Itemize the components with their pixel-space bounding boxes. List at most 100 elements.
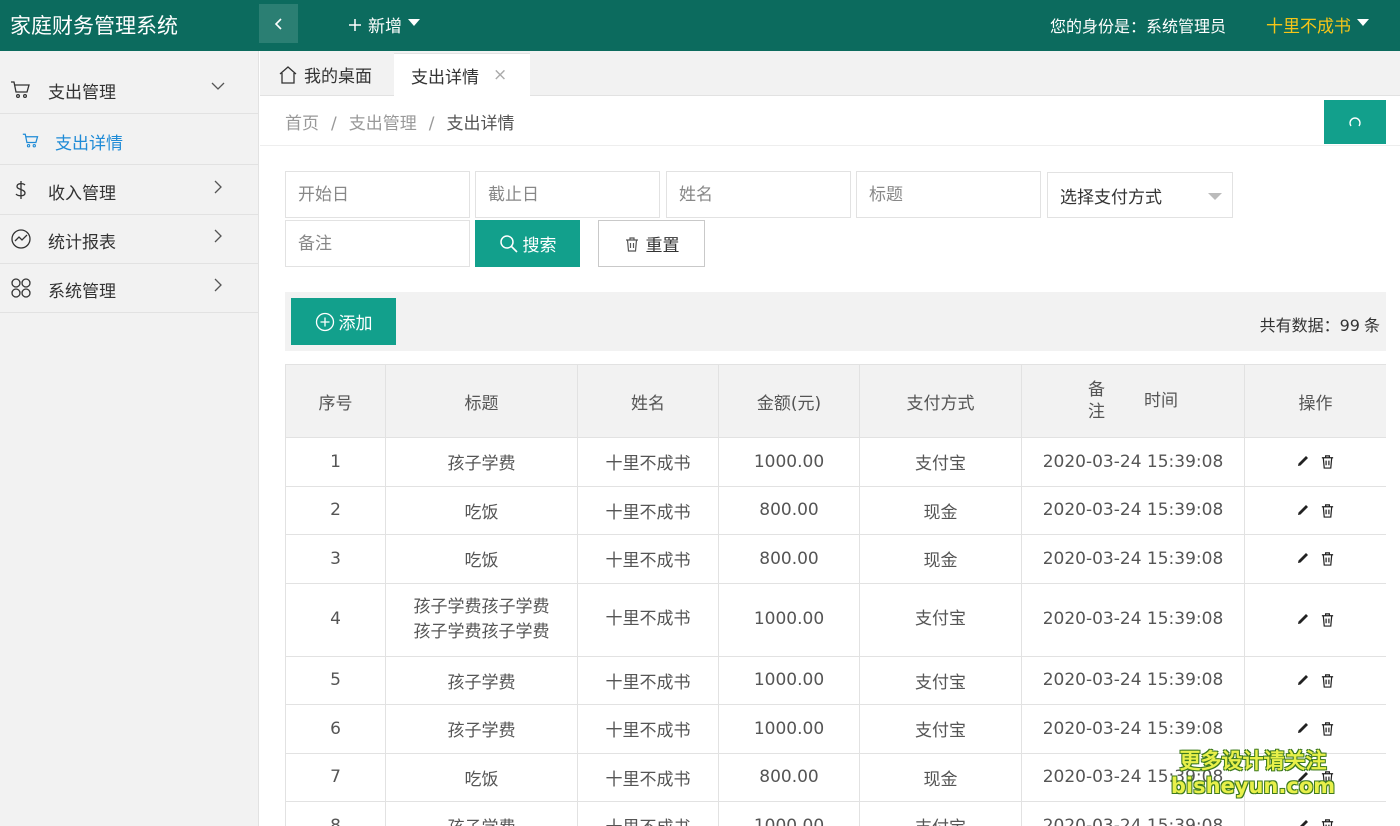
- cell-index: 7: [285, 752, 386, 802]
- title-input[interactable]: [857, 172, 1040, 217]
- edit-icon[interactable]: [1296, 612, 1310, 626]
- trash-icon: [625, 236, 638, 252]
- dollar-icon: [15, 181, 26, 199]
- name-input[interactable]: [667, 172, 850, 217]
- reset-button-label: 重置: [645, 236, 680, 256]
- edit-icon[interactable]: [1296, 454, 1310, 468]
- close-icon[interactable]: ×: [493, 65, 507, 85]
- edit-icon[interactable]: [1296, 673, 1310, 687]
- app-logo: 家庭财务管理系统: [10, 14, 178, 38]
- sidebar: 支出管理 支出详情 收入管理 统计报表 系统管理: [0, 51, 259, 826]
- cell-payment: 现金: [859, 534, 1022, 584]
- cell-title: 孩子学费: [385, 801, 578, 826]
- new-menu-button[interactable]: 新增: [348, 12, 420, 37]
- note-input[interactable]: [286, 221, 469, 266]
- tab-home[interactable]: 我的桌面: [278, 53, 372, 96]
- chevron-right-icon: [214, 278, 222, 292]
- search-button[interactable]: 搜索: [475, 220, 580, 267]
- add-button[interactable]: 添加: [291, 298, 396, 345]
- tab-home-label: 我的桌面: [304, 67, 372, 87]
- start-date-input[interactable]: [286, 172, 469, 217]
- breadcrumb-separator: /: [428, 114, 435, 134]
- table-header-row: 序号 标题 姓名 金额(元) 支付方式 备注 时间 操作: [285, 364, 1386, 438]
- sidebar-subitem-label: 支出详情: [55, 134, 123, 154]
- cell-title: 吃饭: [385, 485, 578, 535]
- delete-icon[interactable]: [1320, 503, 1335, 518]
- sidebar-subitem-expense-detail[interactable]: 支出详情: [0, 115, 259, 165]
- table-row: 4 孩子学费孩子学费 孩子学费孩子学费 十里不成书 1000.00 支付宝 2020-03-…: [285, 582, 1386, 657]
- cell-time: 2020-03-24 15:39:08: [1021, 485, 1245, 535]
- breadcrumb-bar: 首页 / 支出管理 / 支出详情: [260, 96, 1400, 146]
- cell-title: 吃饭: [385, 534, 578, 584]
- tab-expense-detail[interactable]: 支出详情 ×: [394, 53, 530, 96]
- start-date-field[interactable]: [285, 171, 470, 218]
- sidebar-item-income[interactable]: 收入管理: [0, 166, 259, 215]
- cell-ops: [1244, 655, 1386, 705]
- chevron-down-icon: [211, 82, 225, 90]
- delete-icon[interactable]: [1320, 612, 1335, 627]
- delete-icon[interactable]: [1320, 551, 1335, 566]
- cell-payment: 支付宝: [859, 582, 1022, 657]
- delete-icon[interactable]: [1320, 454, 1335, 469]
- delete-icon[interactable]: [1320, 818, 1335, 826]
- cell-ops: [1244, 534, 1386, 584]
- cell-time: 2020-03-24 15:39:08: [1021, 582, 1245, 657]
- edit-icon[interactable]: [1296, 818, 1310, 826]
- breadcrumb-home[interactable]: 首页: [285, 114, 319, 134]
- end-date-field[interactable]: [475, 171, 660, 218]
- tab-bar: 我的桌面 支出详情 ×: [260, 51, 1400, 96]
- cell-name: 十里不成书: [577, 437, 719, 487]
- add-button-label: 添加: [338, 314, 373, 334]
- cell-payment: 支付宝: [859, 801, 1022, 826]
- cell-time: 2020-03-24 15:39:08: [1021, 801, 1245, 826]
- watermark-line1: 更多设计请关注: [1179, 749, 1327, 773]
- title-field[interactable]: [856, 171, 1041, 218]
- delete-icon[interactable]: [1320, 673, 1335, 688]
- table-row: 2 吃饭 十里不成书 800.00 现金 2020-03-24 15:39:08: [285, 485, 1386, 535]
- header-title: 标题: [385, 364, 578, 438]
- cell-amount: 1000.00: [718, 655, 860, 705]
- sidebar-item-label: 统计报表: [48, 233, 116, 253]
- breadcrumb-separator: /: [331, 114, 337, 134]
- cell-index: 4: [285, 582, 386, 657]
- username-label: 十里不成书: [1266, 17, 1351, 37]
- breadcrumb-parent[interactable]: 支出管理: [349, 114, 417, 134]
- sidebar-item-system[interactable]: 系统管理: [0, 264, 259, 313]
- cell-payment: 支付宝: [859, 704, 1022, 754]
- watermark: 更多设计请关注 bisheyun.com: [1170, 748, 1336, 798]
- note-field[interactable]: [285, 220, 470, 267]
- edit-icon[interactable]: [1296, 721, 1310, 735]
- sidebar-item-reports[interactable]: 统计报表: [0, 215, 259, 264]
- sidebar-item-expense[interactable]: 支出管理: [0, 65, 259, 114]
- refresh-icon: [1349, 117, 1361, 127]
- payment-method-value: 选择支付方式: [1060, 187, 1162, 208]
- table-toolbar: 添加 共有数据：99 条: [285, 292, 1386, 351]
- plus-icon: [349, 18, 361, 31]
- end-date-input[interactable]: [476, 172, 659, 217]
- reset-button[interactable]: 重置: [598, 220, 705, 267]
- cell-title: 孩子学费: [385, 704, 578, 754]
- search-icon: [499, 234, 518, 253]
- header-ops: 操作: [1244, 364, 1386, 438]
- top-header: 家庭财务管理系统 新增 您的身份是：系统管理员 十里不成书: [0, 0, 1400, 51]
- caret-down-icon: [1357, 19, 1369, 26]
- user-menu-button[interactable]: 十里不成书: [1266, 12, 1369, 37]
- chevron-right-icon: [214, 229, 222, 243]
- caret-down-icon: [1208, 193, 1222, 200]
- cell-name: 十里不成书: [577, 534, 719, 584]
- delete-icon[interactable]: [1320, 721, 1335, 736]
- edit-icon[interactable]: [1296, 503, 1310, 517]
- cell-name: 十里不成书: [577, 582, 719, 657]
- sidebar-toggle-button[interactable]: [259, 4, 298, 43]
- payment-method-select[interactable]: 选择支付方式: [1047, 172, 1233, 218]
- breadcrumb-current: 支出详情: [446, 114, 515, 134]
- refresh-button[interactable]: [1324, 100, 1386, 144]
- cell-amount: 1000.00: [718, 704, 860, 754]
- cell-payment: 现金: [859, 485, 1022, 535]
- cart-icon: [11, 81, 30, 99]
- cell-ops: [1244, 704, 1386, 754]
- name-field[interactable]: [666, 171, 851, 218]
- table-row: 5 孩子学费 十里不成书 1000.00 支付宝 2020-03-24 15:39:08: [285, 655, 1386, 705]
- cell-title: 孩子学费: [385, 437, 578, 487]
- edit-icon[interactable]: [1296, 551, 1310, 565]
